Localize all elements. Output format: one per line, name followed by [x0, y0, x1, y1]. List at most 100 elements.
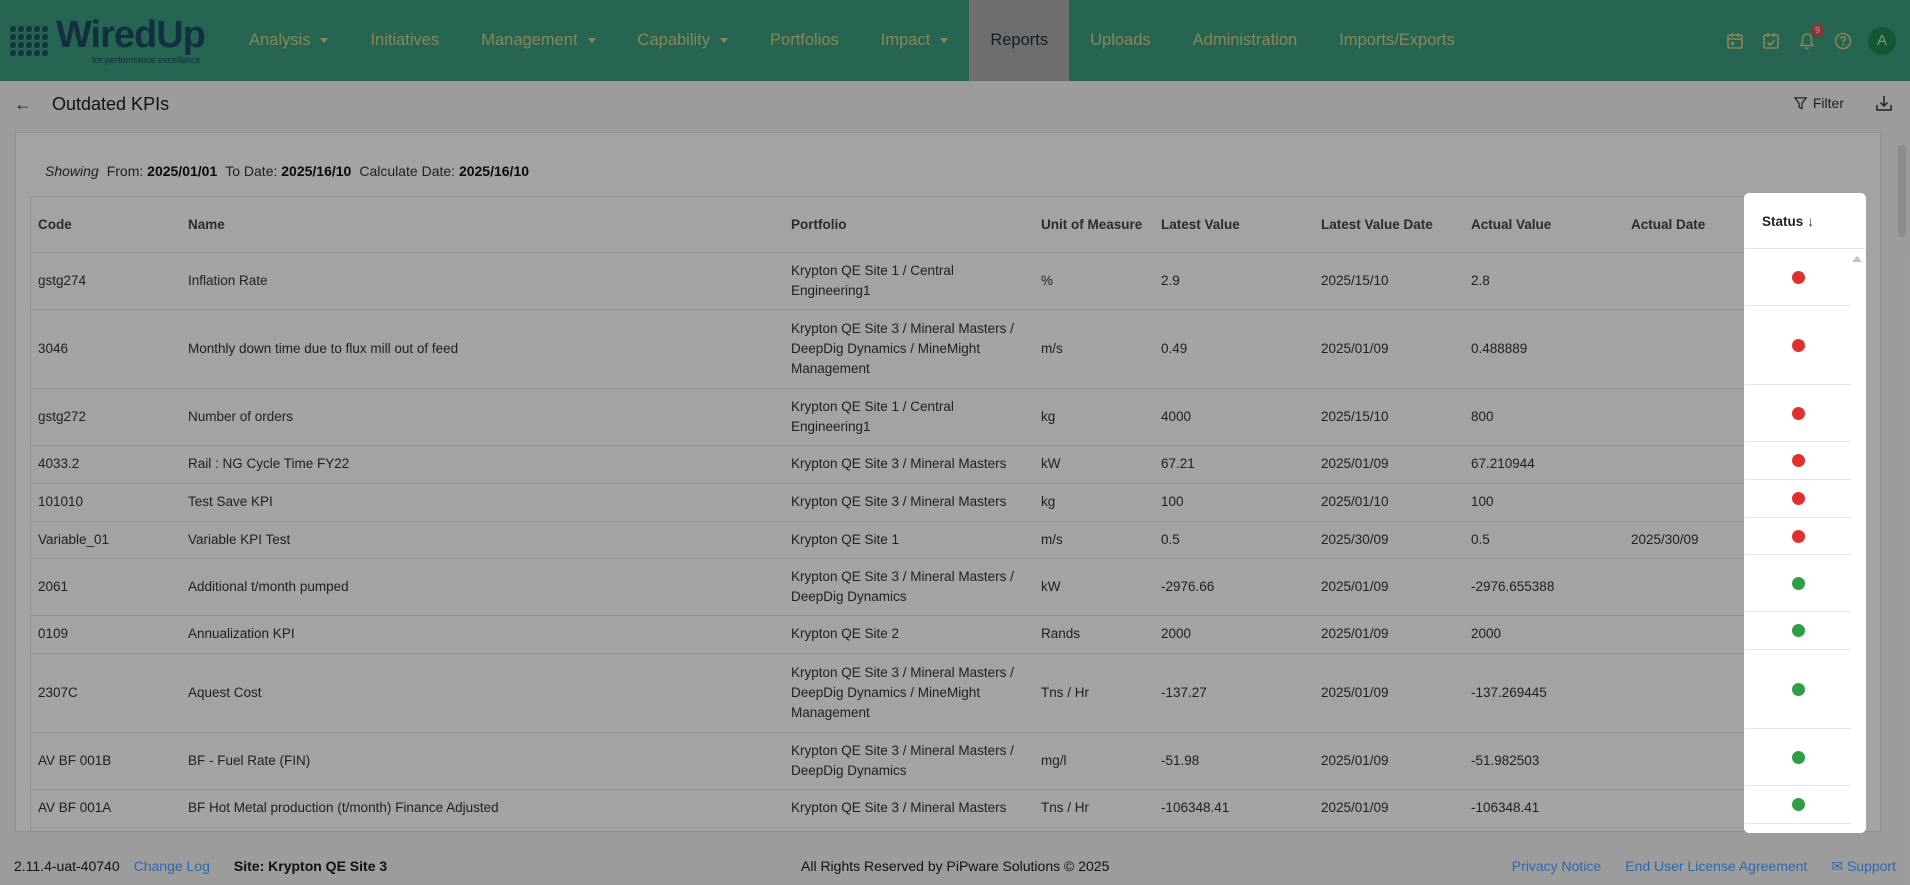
status-red-dot-icon — [1791, 338, 1805, 352]
table-row[interactable]: gstg274 Inflation Rate Krypton QE Site 1 /… — [31, 252, 1853, 310]
cell-latest: 100 — [1154, 483, 1314, 522]
nav-capability[interactable]: Capability — [617, 0, 749, 81]
help-icon[interactable] — [1832, 30, 1854, 52]
table-row[interactable]: AV BF 001A BF Hot Metal production (t/mon… — [31, 789, 1853, 828]
change-log-link[interactable]: Change Log — [134, 858, 210, 874]
cell-actual: 2.8 — [1464, 252, 1624, 310]
table-row[interactable]: 4033.2 Rail : NG Cycle Time FY22 Krypton Q… — [31, 445, 1853, 484]
column-header-unit-of-measure[interactable]: Unit of Measure — [1034, 197, 1154, 253]
status-column-highlight: Status ↓ — [1745, 194, 1865, 832]
table-row[interactable]: 101010 Test Save KPI Krypton QE Site 3 / M… — [31, 483, 1853, 522]
column-header-actual-date[interactable]: Actual Date — [1624, 197, 1744, 253]
filter-label: Filter — [1812, 95, 1844, 111]
status-red-dot-icon — [1791, 406, 1805, 420]
cell-portfolio: Krypton QE Site 3 / Mineral Masters / De… — [784, 732, 1034, 790]
table-row[interactable]: 2307C Aquest Cost Krypton QE Site 3 / Mine… — [31, 653, 1853, 733]
cell-latest: 2.9 — [1154, 252, 1314, 310]
back-arrow-icon[interactable]: ← — [14, 94, 34, 115]
table-row[interactable]: 0109 Annualization KPI Krypton QE Site 2 Ra… — [31, 615, 1853, 654]
cell-actual: 0.5 — [1464, 521, 1624, 559]
page-scrollbar[interactable] — [1898, 145, 1906, 237]
cell-actual-date — [1624, 388, 1744, 446]
cell-latest-date: 2025/15/10 — [1314, 388, 1464, 446]
nav-analysis[interactable]: Analysis — [228, 0, 349, 81]
column-header-latest-value-date[interactable]: Latest Value Date — [1314, 197, 1464, 253]
table-row[interactable]: gstg272 Number of orders Krypton QE Site 1… — [31, 388, 1853, 446]
cell-latest-date: 2025/01/09 — [1314, 445, 1464, 484]
cell-actual-date — [1624, 309, 1744, 389]
status-cell — [1745, 385, 1851, 442]
status-red-dot-icon — [1791, 529, 1805, 543]
nav-initiatives[interactable]: Initiatives — [349, 0, 460, 81]
table-row[interactable]: 2061 Additional t/month pumped Krypton QE … — [31, 558, 1853, 616]
cell-latest: -51.98 — [1154, 732, 1314, 790]
calendar-check-icon[interactable] — [1760, 30, 1782, 52]
cell-actual: -137.269445 — [1464, 653, 1624, 733]
to-label: To Date: — [225, 163, 278, 179]
cell-name: Inflation Rate — [181, 252, 784, 310]
cell-actual-date — [1624, 483, 1744, 522]
privacy-notice-link[interactable]: Privacy Notice — [1512, 858, 1601, 875]
cell-actual-date — [1624, 558, 1744, 616]
cell-name: Variable KPI Test — [181, 521, 784, 559]
nav-label: Impact — [880, 31, 931, 49]
cell-code: 4033.2 — [31, 445, 181, 484]
status-green-dot-icon — [1791, 750, 1805, 764]
wiredup-logo[interactable]: WiredUp for performance excellence — [0, 0, 228, 81]
cell-portfolio: Krypton QE Site 3 / Mineral Masters / De… — [784, 309, 1034, 389]
column-header-name[interactable]: Name — [181, 197, 784, 253]
calendar-icon[interactable] — [1724, 30, 1746, 52]
kpi-table-container: Code Name Portfolio Unit of Measure Latest V… — [30, 196, 1865, 832]
nav-administration[interactable]: Administration — [1172, 0, 1319, 81]
nav-imports-exports[interactable]: Imports/Exports — [1318, 0, 1476, 81]
caret-down-icon — [587, 38, 596, 43]
notification-bell-icon[interactable]: 9 — [1796, 23, 1824, 52]
scroll-up-arrow-icon[interactable] — [1852, 256, 1862, 262]
cell-actual: 800 — [1464, 388, 1624, 446]
caret-down-icon — [720, 38, 729, 43]
showing-label: Showing — [45, 163, 99, 179]
cell-latest-date: 2025/30/09 — [1314, 521, 1464, 559]
nav-reports[interactable]: Reports — [969, 0, 1070, 81]
cell-actual-date — [1624, 789, 1744, 828]
column-header-latest-value[interactable]: Latest Value — [1154, 197, 1314, 253]
filter-button[interactable]: Filter — [1793, 95, 1844, 111]
column-header-code[interactable]: Code — [31, 197, 181, 253]
support-link[interactable]: ✉ Support — [1831, 858, 1896, 875]
nav-label: Initiatives — [370, 31, 440, 49]
filter-icon — [1793, 96, 1808, 110]
cell-latest-date: 2025/01/09 — [1314, 558, 1464, 616]
table-row[interactable]: 3046 Monthly down time due to flux mill o… — [31, 309, 1853, 389]
table-row[interactable]: Variable_01 Variable KPI Test Krypton QE S… — [31, 521, 1853, 559]
cell-latest-date: 2025/01/09 — [1314, 653, 1464, 733]
nav-uploads[interactable]: Uploads — [1069, 0, 1172, 81]
nav-impact[interactable]: Impact — [860, 0, 970, 81]
footer: 2.11.4-uat-40740 Change Log Site: Krypto… — [0, 847, 1910, 885]
logo-dots-icon — [10, 19, 50, 63]
caret-down-icon — [320, 38, 329, 43]
cell-name: Additional t/month pumped — [181, 558, 784, 616]
app-version: 2.11.4-uat-40740 — [14, 858, 120, 874]
cell-portfolio: Krypton QE Site 1 / Central Engineering1 — [784, 252, 1034, 310]
cell-name: BF Hot Metal production (t/month) Financ… — [181, 789, 784, 828]
nav-management[interactable]: Management — [460, 0, 616, 81]
cell-latest: 0.5 — [1154, 521, 1314, 559]
cell-actual: -2976.655388 — [1464, 558, 1624, 616]
cell-unit: kW — [1034, 445, 1154, 484]
nav-label: Analysis — [249, 31, 311, 49]
column-header-actual-value[interactable]: Actual Value — [1464, 197, 1624, 253]
cell-code: 101010 — [31, 483, 181, 522]
table-row[interactable]: AV BF 001B BF - Fuel Rate (FIN) Krypton QE… — [31, 732, 1853, 790]
eula-link[interactable]: End User License Agreement — [1625, 858, 1807, 875]
page-title: Outdated KPIs — [52, 94, 170, 114]
export-icon[interactable] — [1874, 93, 1896, 115]
column-header-portfolio[interactable]: Portfolio — [784, 197, 1034, 253]
status-column-header[interactable]: Status ↓ — [1745, 194, 1865, 249]
nav-portfolios[interactable]: Portfolios — [749, 0, 860, 81]
nav-label: Portfolios — [770, 31, 839, 49]
from-date: 2025/01/01 — [147, 163, 218, 179]
cell-unit: kg — [1034, 483, 1154, 522]
user-avatar[interactable]: A — [1868, 26, 1896, 55]
cell-actual-date — [1624, 653, 1744, 733]
copyright-text: All Rights Reserved by PiPware Solutions… — [801, 858, 1110, 874]
